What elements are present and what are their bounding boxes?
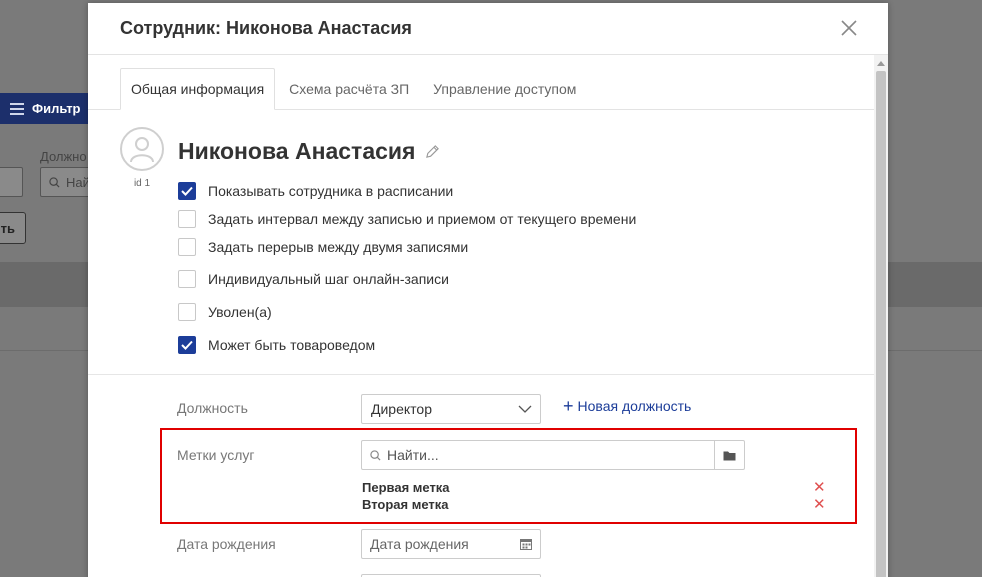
tab-access-management[interactable]: Управление доступом: [423, 68, 586, 110]
plus-icon: +: [563, 396, 574, 416]
bg-action-button[interactable]: ть: [0, 212, 26, 244]
checkbox-row-interval[interactable]: Задать интервал между записью и приемом …: [178, 210, 636, 228]
avatar[interactable]: [120, 127, 164, 171]
new-position-label: Новая должность: [577, 398, 692, 414]
modal-scrollbar[interactable]: [874, 55, 888, 577]
scroll-up-arrow-icon[interactable]: [877, 61, 885, 66]
modal-header: Сотрудник: Никонова Анастасия: [88, 3, 888, 55]
checkbox-label: Задать перерыв между двумя записями: [208, 239, 469, 255]
checkbox-label: Задать интервал между записью и приемом …: [208, 211, 637, 227]
bg-search-input[interactable]: Най: [40, 167, 92, 197]
tab-general-info[interactable]: Общая информация: [120, 68, 276, 110]
filter-button[interactable]: Фильтр: [0, 93, 92, 124]
checkbox-row-break[interactable]: Задать перерыв между двумя записями: [178, 238, 468, 256]
close-icon[interactable]: [840, 19, 858, 37]
checkbox-row-online-step[interactable]: Индивидуальный шаг онлайн-записи: [178, 270, 449, 288]
bg-search-text: Най: [66, 174, 90, 190]
checkbox-label: Может быть товароведом: [208, 337, 376, 353]
check-icon: [181, 186, 193, 196]
search-icon: [370, 449, 381, 461]
search-input[interactable]: [387, 447, 687, 463]
section-divider: [88, 374, 874, 375]
position-label: Должность: [177, 400, 248, 416]
remove-tag-icon[interactable]: ✕: [813, 497, 826, 512]
folder-icon: [723, 451, 736, 460]
service-tags-label: Метки услуг: [177, 447, 255, 463]
modal-tabs: Общая информация Схема расчёта ЗП Управл…: [120, 68, 590, 110]
checkbox-unchecked[interactable]: [178, 270, 196, 288]
checkbox-row-merchandiser[interactable]: Может быть товароведом: [178, 336, 375, 354]
checkbox-label: Показывать сотрудника в расписании: [208, 183, 454, 199]
calendar-icon[interactable]: [520, 538, 532, 550]
birth-date-label: Дата рождения: [177, 536, 276, 552]
modal-title: Сотрудник: Никонова Анастасия: [120, 18, 412, 38]
tab-salary-scheme[interactable]: Схема расчёта ЗП: [279, 68, 419, 110]
sliders-icon: [10, 102, 24, 115]
bg-input[interactable]: [0, 167, 23, 197]
checkbox-unchecked[interactable]: [178, 303, 196, 321]
birth-date-input-wrap: [361, 529, 541, 559]
position-select[interactable]: Директор: [361, 394, 541, 424]
checkbox-unchecked[interactable]: [178, 210, 196, 228]
service-tags-search: [361, 440, 745, 470]
employee-modal: Сотрудник: Никонова Анастасия Общая инфо…: [88, 3, 888, 577]
checkbox-row-fired[interactable]: Уволен(а): [178, 303, 272, 321]
remove-tag-icon[interactable]: ✕: [813, 480, 826, 495]
filter-label: Фильтр: [32, 101, 81, 116]
employee-id: id 1: [133, 178, 151, 189]
user-icon: [130, 137, 154, 163]
service-tag-item: Вторая метка: [362, 497, 449, 512]
checkbox-label: Индивидуальный шаг онлайн-записи: [208, 271, 449, 287]
checkbox-checked[interactable]: [178, 336, 196, 354]
scroll-thumb[interactable]: [876, 71, 886, 577]
position-value: Директор: [371, 401, 432, 417]
service-tag-item: Первая метка: [362, 480, 450, 495]
checkbox-label: Уволен(а): [208, 304, 272, 320]
birth-date-input[interactable]: [370, 536, 510, 552]
bg-position-label: Должно: [40, 149, 87, 164]
new-position-link[interactable]: + Новая должность: [563, 396, 692, 416]
search-field-wrap: [362, 441, 714, 469]
checkbox-row-show-in-schedule[interactable]: Показывать сотрудника в расписании: [178, 182, 453, 200]
chevron-down-icon: [518, 405, 532, 413]
employee-name: Никонова Анастасия: [178, 138, 416, 164]
check-icon: [181, 340, 193, 350]
checkbox-unchecked[interactable]: [178, 238, 196, 256]
employee-name-heading: Никонова Анастасия: [178, 138, 440, 165]
checkbox-checked[interactable]: [178, 182, 196, 200]
search-icon: [49, 176, 60, 188]
pencil-icon[interactable]: [425, 144, 440, 159]
folder-button[interactable]: [714, 441, 744, 469]
